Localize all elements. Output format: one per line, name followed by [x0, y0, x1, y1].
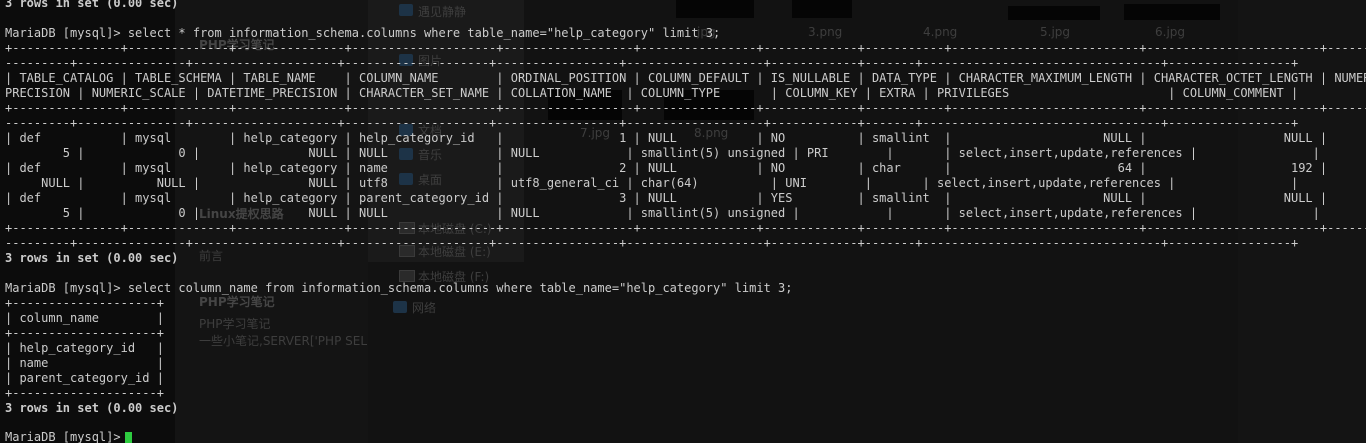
terminal-command: MariaDB [mysql]> select * from informati… — [5, 26, 721, 40]
table-row: 5 | 0 | NULL | NULL | NULL | smallint(5)… — [5, 146, 1320, 160]
table-border: +---------------+--------------+--------… — [5, 101, 1366, 115]
table-header: | column_name | — [5, 311, 164, 325]
terminal-output[interactable]: 3 rows in set (0.00 sec) MariaDB [mysql]… — [0, 0, 1366, 443]
terminal-prompt[interactable]: MariaDB [mysql]> — [5, 430, 128, 443]
table-row: | help_category_id | — [5, 341, 164, 355]
table-header: PRECISION | NUMERIC_SCALE | DATETIME_PRE… — [5, 86, 1299, 100]
table-row: 5 | 0 | NULL | NULL | NULL | smallint(5)… — [5, 206, 1320, 220]
table-border: ---------+---------------+--------------… — [5, 116, 1299, 130]
table-row: | def | mysql | help_category | parent_c… — [5, 191, 1328, 205]
table-border: +--------------------+ — [5, 296, 164, 310]
table-row: NULL | NULL | NULL | utf8 | utf8_general… — [5, 176, 1299, 190]
terminal-command: MariaDB [mysql]> select column_name from… — [5, 281, 793, 295]
table-row: | name | — [5, 356, 164, 370]
table-row: | parent_category_id | — [5, 371, 164, 385]
table-border: +---------------+--------------+--------… — [5, 41, 1366, 55]
table-row: | def | mysql | help_category | help_cat… — [5, 131, 1328, 145]
table-border: ---------+---------------+--------------… — [5, 56, 1299, 70]
table-row: | def | mysql | help_category | name | 2… — [5, 161, 1328, 175]
table-header: | TABLE_CATALOG | TABLE_SCHEMA | TABLE_N… — [5, 71, 1366, 85]
table-border: +--------------------+ — [5, 386, 164, 400]
result-summary: 3 rows in set (0.00 sec) — [5, 401, 179, 415]
terminal-cursor — [125, 432, 132, 443]
table-border: +---------------+--------------+--------… — [5, 221, 1366, 235]
result-summary: 3 rows in set (0.00 sec) — [5, 251, 179, 265]
terminal-line: 3 rows in set (0.00 sec) — [5, 0, 179, 10]
table-border: +--------------------+ — [5, 326, 164, 340]
table-border: ---------+---------------+--------------… — [5, 236, 1299, 250]
